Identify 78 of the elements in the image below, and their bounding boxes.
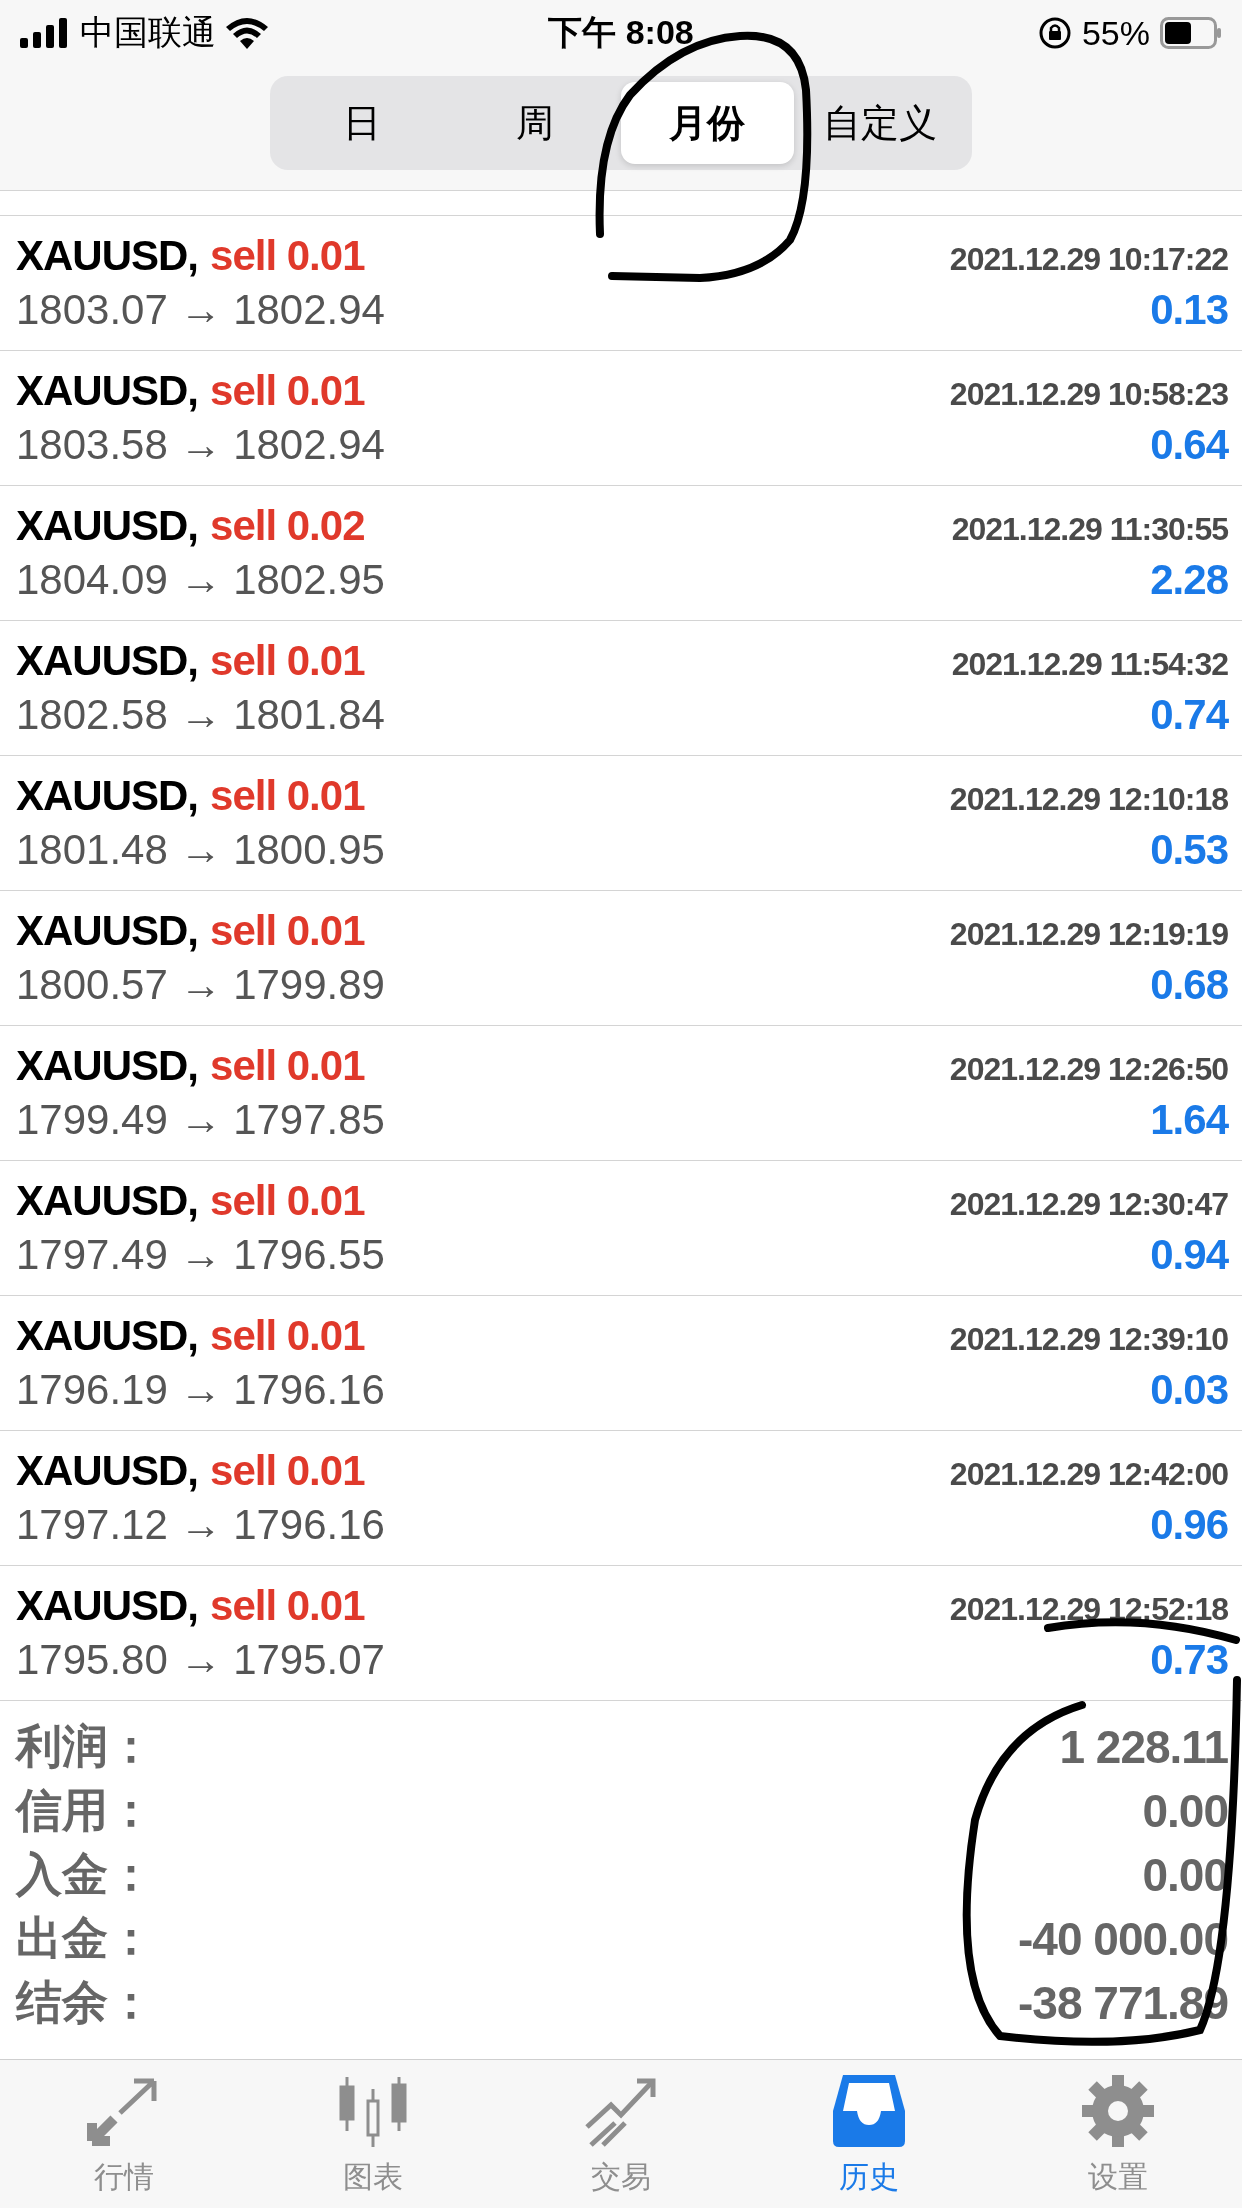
order-side-label: sell 0.01: [210, 1447, 365, 1494]
signal-icon: [20, 18, 70, 48]
profit-value: 0.73: [1150, 1636, 1228, 1684]
price-range: 1799.49 → 1797.85: [16, 1096, 385, 1144]
period-tab[interactable]: 周: [448, 82, 621, 164]
symbol-label: XAUUSD,: [16, 637, 199, 684]
profit-value: 0.94: [1150, 1231, 1228, 1279]
trade-time: 2021.12.29 12:52:18: [949, 1591, 1228, 1628]
tab-bar-item[interactable]: 图表: [248, 2060, 497, 2208]
profit-value: 0.03: [1150, 1366, 1228, 1414]
summary-value: 1 228.11: [1059, 1720, 1228, 1774]
trade-time: 2021.12.29 12:10:18: [949, 781, 1228, 818]
trade-time: 2021.12.29 10:58:23: [949, 376, 1228, 413]
trade-time: 2021.12.29 10:17:22: [949, 241, 1228, 278]
period-tab[interactable]: 月份: [621, 82, 794, 164]
symbol-label: XAUUSD,: [16, 1582, 199, 1629]
tab-bar-item[interactable]: 设置: [993, 2060, 1242, 2208]
price-range: 1796.19 → 1796.16: [16, 1366, 385, 1414]
summary-label: 出金：: [16, 1911, 154, 1966]
tab-bar-item[interactable]: 历史: [745, 2060, 994, 2208]
profit-value: 0.53: [1150, 826, 1228, 874]
period-tab[interactable]: 日: [276, 82, 449, 164]
symbol-label: XAUUSD,: [16, 907, 199, 954]
summary-label: 信用：: [16, 1783, 154, 1838]
price-range: 1801.48 → 1800.95: [16, 826, 385, 874]
order-side-label: sell 0.01: [210, 637, 365, 684]
order-side-label: sell 0.01: [210, 1312, 365, 1359]
profit-value: 2.28: [1150, 556, 1228, 604]
rotation-lock-icon: [1037, 16, 1072, 50]
symbol-label: XAUUSD,: [16, 1447, 199, 1494]
price-range: 1797.12 → 1796.16: [16, 1501, 385, 1549]
symbol-label: XAUUSD,: [16, 1042, 199, 1089]
wifi-icon: [226, 17, 268, 49]
price-range: 1800.57 → 1799.89: [16, 961, 385, 1009]
symbol-label: XAUUSD,: [16, 502, 199, 549]
order-side-label: sell 0.02: [210, 502, 365, 549]
profit-value: 0.96: [1150, 1501, 1228, 1549]
profit-value: 0.68: [1150, 961, 1228, 1009]
symbol-label: XAUUSD,: [16, 367, 199, 414]
symbol-label: XAUUSD,: [16, 772, 199, 819]
order-side-label: sell 0.01: [210, 907, 365, 954]
order-side-label: sell 0.01: [210, 772, 365, 819]
summary-label: 利润：: [16, 1719, 154, 1774]
profit-value: 0.74: [1150, 691, 1228, 739]
tab-bar-item[interactable]: 交易: [496, 2060, 746, 2208]
price-range: 1803.58 → 1802.94: [16, 421, 385, 469]
tab-bar-item[interactable]: 行情: [0, 2060, 249, 2208]
profit-value: 1.64: [1150, 1096, 1228, 1144]
order-side-label: sell 0.01: [210, 1177, 365, 1224]
summary-label: 结余：: [16, 1975, 154, 2030]
trade-time: 2021.12.29 12:42:00: [949, 1456, 1228, 1493]
price-range: 1804.09 → 1802.95: [16, 556, 385, 604]
order-side-label: sell 0.01: [210, 232, 365, 279]
order-side-label: sell 0.01: [210, 1042, 365, 1089]
price-range: 1797.49 → 1796.55: [16, 1231, 385, 1279]
trade-time: 2021.12.29 12:19:19: [949, 916, 1228, 953]
price-range: 1795.80 → 1795.07: [16, 1636, 385, 1684]
battery-percent: 55%: [1081, 13, 1150, 53]
summary-value: 0.00: [1142, 1784, 1228, 1838]
profit-value: 0.64: [1150, 421, 1228, 469]
trade-time: 2021.12.29 11:30:55: [951, 511, 1228, 548]
symbol-label: XAUUSD,: [16, 232, 199, 279]
trade-time: 2021.12.29 12:39:10: [949, 1321, 1228, 1358]
symbol-label: XAUUSD,: [16, 1177, 199, 1224]
symbol-label: XAUUSD,: [16, 1312, 199, 1359]
period-tab[interactable]: 自定义: [793, 82, 966, 164]
trade-time: 2021.12.29 12:30:47: [949, 1186, 1228, 1223]
order-side-label: sell 0.01: [210, 367, 365, 414]
trade-time: 2021.12.29 11:54:32: [951, 646, 1228, 683]
carrier-name: 中国联通: [80, 12, 216, 53]
clock-time: 下午 8:08: [548, 12, 694, 53]
profit-value: 0.13: [1150, 286, 1228, 334]
price-range: 1803.07 → 1802.94: [16, 286, 385, 334]
trade-time: 2021.12.29 12:26:50: [949, 1051, 1228, 1088]
summary-label: 入金：: [16, 1847, 154, 1902]
price-range: 1802.58 → 1801.84: [16, 691, 385, 739]
order-side-label: sell 0.01: [210, 1582, 365, 1629]
battery-icon: [1160, 17, 1222, 49]
